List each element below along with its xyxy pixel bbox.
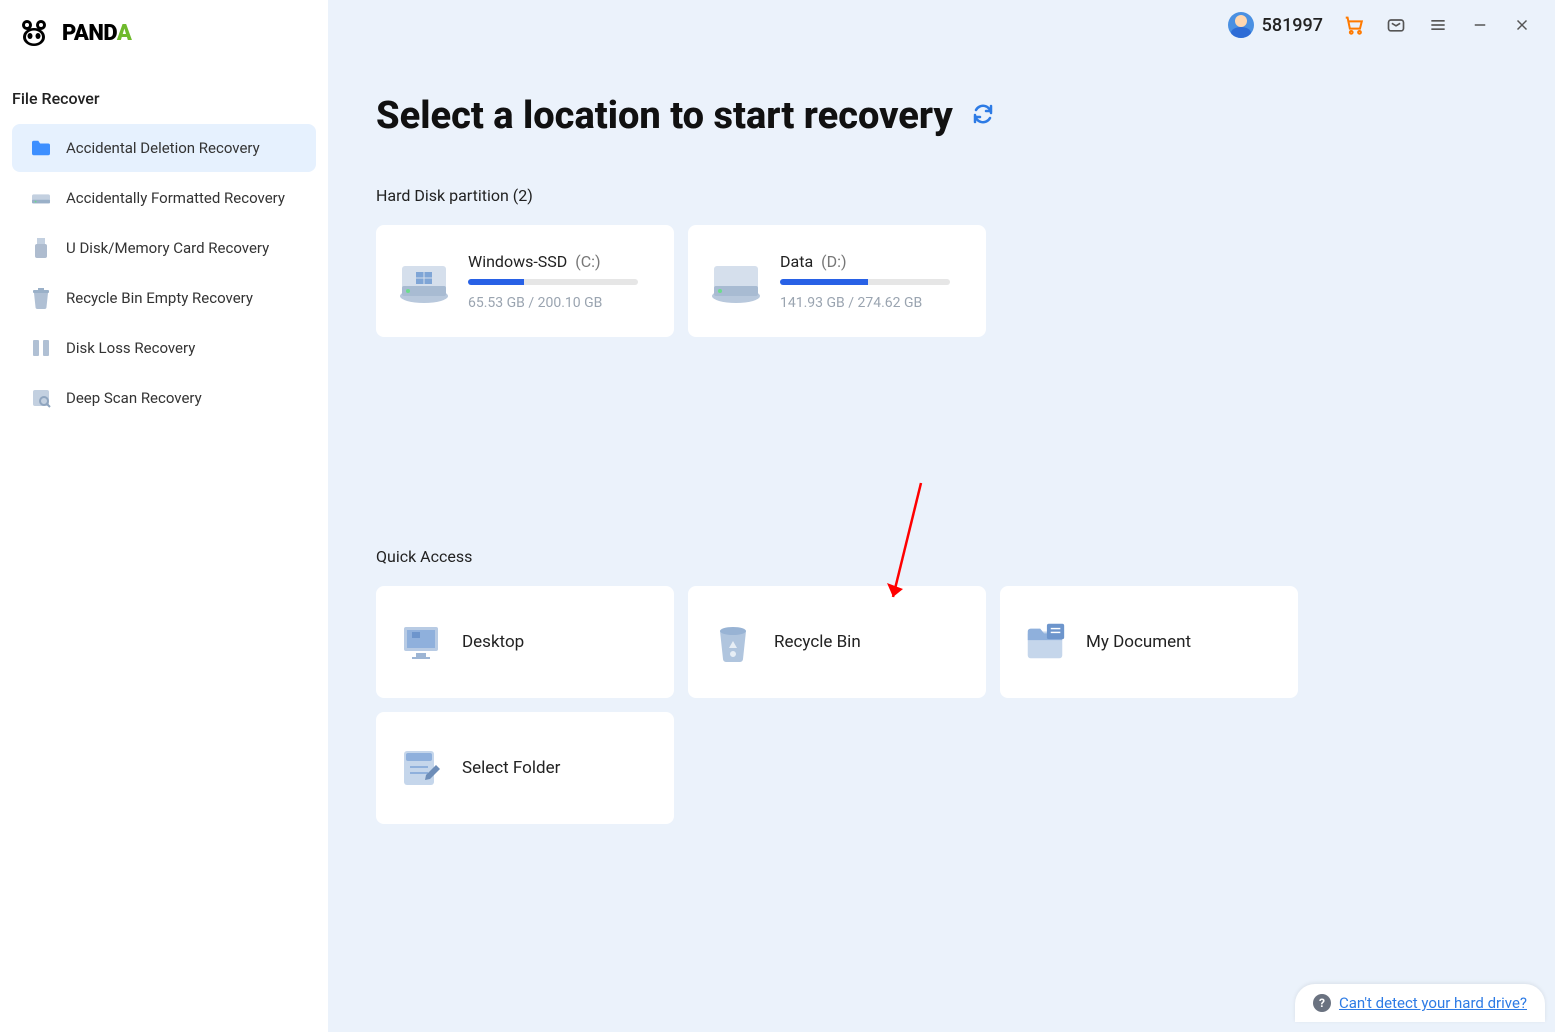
sidebar-item-label: Accidentally Formatted Recovery: [66, 189, 285, 207]
partition-card-1[interactable]: Data(D:) 141.93 GB / 274.62 GB: [688, 225, 986, 337]
user-badge[interactable]: 581997: [1228, 12, 1323, 38]
partition-card-0[interactable]: Windows-SSD(C:) 65.53 GB / 200.10 GB: [376, 225, 674, 337]
quickaccess-card-0[interactable]: Desktop: [376, 586, 674, 698]
main-content: 581997 Select a location to start recove…: [328, 0, 1555, 1032]
cart-icon[interactable]: [1343, 14, 1365, 36]
editfolder-icon: [398, 745, 444, 791]
partitions-heading: Hard Disk partition (2): [376, 186, 1555, 205]
partition-name: Windows-SSD(C:): [468, 252, 652, 271]
usage-bar: [780, 279, 950, 285]
sidebar-item-5[interactable]: Deep Scan Recovery: [12, 374, 316, 422]
user-id: 581997: [1262, 15, 1323, 36]
partition-name: Data(D:): [780, 252, 964, 271]
quickaccess-card-1[interactable]: Recycle Bin: [688, 586, 986, 698]
sidebar-item-label: Accidental Deletion Recovery: [66, 139, 260, 157]
docfolder-icon: [1022, 619, 1068, 665]
sidebar-item-label: Disk Loss Recovery: [66, 339, 195, 357]
avatar-icon: [1228, 12, 1254, 38]
minimize-button[interactable]: [1469, 14, 1491, 36]
mail-icon[interactable]: [1385, 14, 1407, 36]
scan-icon: [30, 388, 52, 408]
app-logo: PANDA: [0, 15, 328, 77]
usage-bar: [468, 279, 638, 285]
book-icon: [30, 338, 52, 358]
help-text[interactable]: Can't detect your hard drive?: [1339, 994, 1527, 1012]
bin-icon: [710, 619, 756, 665]
partition-size: 65.53 GB / 200.10 GB: [468, 295, 652, 311]
sidebar-item-2[interactable]: U Disk/Memory Card Recovery: [12, 224, 316, 272]
sidebar-item-3[interactable]: Recycle Bin Empty Recovery: [12, 274, 316, 322]
sidebar-item-label: U Disk/Memory Card Recovery: [66, 239, 269, 257]
help-link[interactable]: ? Can't detect your hard drive?: [1295, 984, 1545, 1022]
monitor-icon: [398, 619, 444, 665]
menu-icon[interactable]: [1427, 14, 1449, 36]
trash-icon: [30, 288, 52, 308]
sidebar-item-label: Deep Scan Recovery: [66, 389, 202, 407]
sidebar-item-4[interactable]: Disk Loss Recovery: [12, 324, 316, 372]
disk-icon: [710, 258, 762, 304]
drive-icon: [30, 188, 52, 208]
folder-icon: [30, 138, 52, 158]
sidebar: PANDA File Recover Accidental Deletion R…: [0, 0, 328, 1032]
disk-icon: [398, 258, 450, 304]
quickaccess-label: Select Folder: [462, 758, 560, 778]
sidebar-item-label: Recycle Bin Empty Recovery: [66, 289, 253, 307]
usb-icon: [30, 238, 52, 258]
quickaccess-label: Recycle Bin: [774, 632, 861, 652]
panda-logo-icon: [20, 19, 56, 47]
partition-size: 141.93 GB / 274.62 GB: [780, 295, 964, 311]
quickaccess-card-3[interactable]: Select Folder: [376, 712, 674, 824]
close-button[interactable]: [1511, 14, 1533, 36]
sidebar-section-title: File Recover: [0, 77, 328, 122]
topbar: 581997: [1228, 12, 1533, 38]
quickaccess-label: Desktop: [462, 632, 524, 652]
help-icon: ?: [1313, 994, 1331, 1012]
sidebar-item-0[interactable]: Accidental Deletion Recovery: [12, 124, 316, 172]
brand-text: PANDA: [62, 21, 131, 46]
sidebar-item-1[interactable]: Accidentally Formatted Recovery: [12, 174, 316, 222]
quickaccess-card-2[interactable]: My Document: [1000, 586, 1298, 698]
quickaccess-heading: Quick Access: [376, 547, 1555, 566]
quickaccess-label: My Document: [1086, 632, 1191, 652]
page-title: Select a location to start recovery: [376, 94, 953, 138]
refresh-icon[interactable]: [971, 102, 995, 130]
